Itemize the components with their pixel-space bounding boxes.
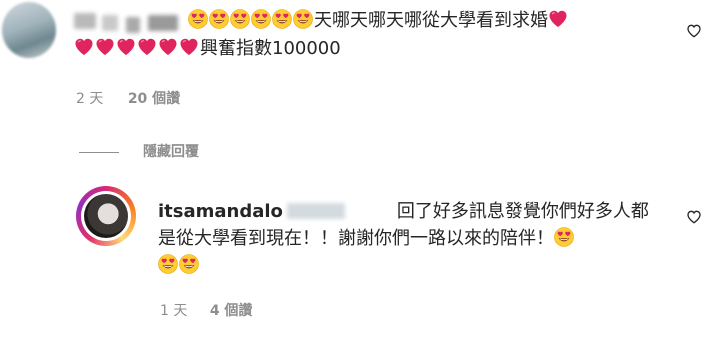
reply-like-heart-outline-icon[interactable] <box>686 209 702 225</box>
heart-eyes-emoji-icon <box>230 9 250 29</box>
heart-eyes-emoji-icon <box>158 254 178 274</box>
heart-eyes-emoji-icon <box>293 9 313 29</box>
red-heart-emoji-icon <box>179 37 199 57</box>
reply-meta: 1 天 4 個讚 <box>160 300 252 320</box>
red-heart-emoji-icon <box>137 37 157 57</box>
reply-username[interactable]: itsamandalo <box>158 201 283 222</box>
comment-body: 天哪天哪天哪從大學看到求婚 <box>188 8 569 34</box>
red-heart-emoji-icon <box>74 37 94 57</box>
hide-replies-button[interactable]: 隱藏回覆 <box>143 141 199 161</box>
reply-body-line3 <box>158 253 200 279</box>
reply-timestamp[interactable]: 1 天 <box>160 303 187 319</box>
reply-text-line1: 回了好多訊息發覺你們好多人都 <box>396 201 649 222</box>
comment-text-line2: 興奮指數100000 <box>200 38 341 59</box>
heart-eyes-emoji-icon <box>209 9 229 29</box>
red-heart-emoji-icon <box>158 37 178 57</box>
reply-username-redacted <box>286 203 345 219</box>
comment-body-line2: 興奮指數100000 <box>74 36 341 62</box>
like-heart-outline-icon[interactable] <box>686 23 702 39</box>
comment-timestamp[interactable]: 2 天 <box>76 91 103 107</box>
comment-like-count[interactable]: 20 個讚 <box>128 91 180 107</box>
reply-body-line1: itsamandalo 回了好多訊息發覺你們好多人都 <box>158 199 649 225</box>
heart-eyes-emoji-icon <box>251 9 271 29</box>
reply-avatar[interactable] <box>81 191 131 241</box>
heart-eyes-emoji-icon <box>554 227 574 247</box>
reply-body-line2: 是從大學看到現在！！謝謝你們一路以來的陪伴！ <box>158 226 575 252</box>
commenter-avatar[interactable] <box>2 2 56 58</box>
comment-meta: 2 天 20 個讚 <box>76 88 180 108</box>
red-heart-emoji-icon <box>548 9 568 29</box>
commenter-username-redacted[interactable] <box>74 11 186 33</box>
comment-text-line1: 天哪天哪天哪從大學看到求婚 <box>314 10 548 31</box>
heart-eyes-emoji-icon <box>272 9 292 29</box>
reply-text-line2: 是從大學看到現在！！謝謝你們一路以來的陪伴！ <box>158 228 554 249</box>
heart-eyes-emoji-icon <box>179 254 199 274</box>
reply-like-count[interactable]: 4 個讚 <box>210 303 253 319</box>
red-heart-emoji-icon <box>95 37 115 57</box>
hide-replies-label: 隱藏回覆 <box>143 144 199 160</box>
replies-divider-line <box>79 152 119 153</box>
heart-eyes-emoji-icon <box>188 9 208 29</box>
red-heart-emoji-icon <box>116 37 136 57</box>
